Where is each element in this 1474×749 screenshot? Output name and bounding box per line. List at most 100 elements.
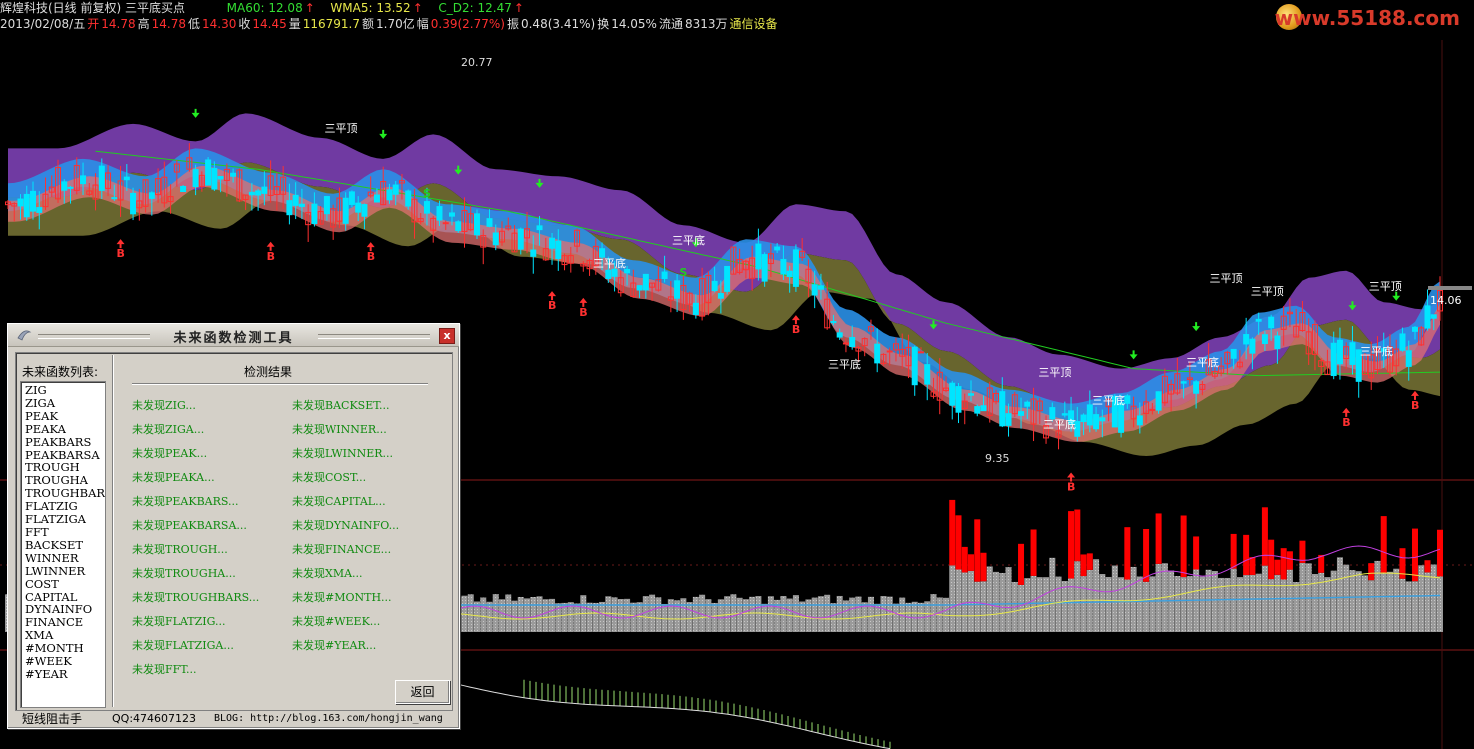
volume-bar xyxy=(1036,577,1043,632)
candle-body xyxy=(23,193,30,218)
candle-body xyxy=(111,197,118,200)
volume-bar xyxy=(680,598,687,632)
candle-body xyxy=(248,191,255,196)
volume-bar xyxy=(986,566,993,632)
volume-bar xyxy=(542,599,549,632)
close-icon[interactable]: x xyxy=(439,328,455,344)
result-title: 检测结果 xyxy=(244,365,293,379)
volume-bar-red xyxy=(1411,528,1418,582)
candle-body xyxy=(917,351,924,354)
volume-bar xyxy=(642,596,649,632)
volume-bar xyxy=(811,597,818,632)
volume-bar xyxy=(824,594,831,632)
volume-bar xyxy=(492,594,499,632)
function-list-item[interactable]: #YEAR xyxy=(25,668,105,681)
candle-body xyxy=(1180,381,1187,384)
volume-bar xyxy=(855,596,862,632)
function-list-item[interactable]: #WEEK xyxy=(25,655,105,668)
pattern-label-sanpingdi: 三平底 xyxy=(1043,417,1076,431)
candle-body xyxy=(205,159,212,186)
volume-bar xyxy=(505,594,512,632)
volume-bar xyxy=(1424,572,1431,632)
result-item: 未发现FLATZIGA... xyxy=(132,639,234,652)
function-list-item[interactable]: ZIGA xyxy=(25,397,105,410)
candle-body xyxy=(230,172,237,177)
function-list-item[interactable]: FFT xyxy=(25,526,105,539)
result-item: 未发现TROUGHA... xyxy=(132,567,236,580)
candle-body xyxy=(1330,342,1337,377)
result-item: 未发现FFT... xyxy=(132,663,197,676)
volume-bar xyxy=(467,594,474,632)
pattern-label-sanpingdi: 三平底 xyxy=(1092,393,1125,407)
volume-bar xyxy=(586,602,593,632)
function-list-item[interactable]: PEAKBARS xyxy=(25,435,105,449)
volume-bar xyxy=(599,601,606,632)
chart-labels: 三平顶三平顶三平顶三平顶 三平顶三平底三平底三平底三平底三平底三平底三平底20.7… xyxy=(325,56,1472,465)
volume-bar xyxy=(574,603,581,632)
status-blog[interactable]: BLOG: http://blog.163.com/hongjin_wang xyxy=(214,710,443,728)
pattern-label-sanpingding: 三平顶 xyxy=(1210,272,1243,285)
candle-body xyxy=(67,186,74,189)
candle-body xyxy=(611,268,618,277)
back-button[interactable]: 返回 xyxy=(395,680,450,704)
volume-bar xyxy=(1199,576,1206,632)
candle-body xyxy=(1430,314,1437,319)
candle-body xyxy=(348,191,355,205)
candle-body xyxy=(30,190,37,212)
candle-body xyxy=(1255,318,1262,322)
result-item: 未发现DYNAINFO... xyxy=(292,519,400,532)
candle-body xyxy=(636,285,643,291)
candle-body xyxy=(486,218,493,227)
volume-bar xyxy=(1405,581,1412,632)
buy-marker: B xyxy=(792,323,800,336)
volume-bar xyxy=(1205,569,1212,632)
candle-body xyxy=(261,186,268,194)
candle-body xyxy=(1155,391,1162,411)
volume-bar-red xyxy=(1086,553,1093,570)
volume-bar xyxy=(1230,568,1237,632)
function-list-item[interactable]: PEAKA xyxy=(25,422,105,436)
volume-bar-red xyxy=(1180,515,1187,578)
candle-body xyxy=(842,342,849,345)
volume-bar xyxy=(1336,557,1343,632)
function-list-item[interactable]: BACKSET xyxy=(25,538,105,552)
volume-bar xyxy=(1286,569,1293,632)
candle-body xyxy=(711,280,718,292)
candle-body xyxy=(999,391,1006,427)
candle-body xyxy=(1080,414,1087,423)
function-list-item[interactable]: ZIG xyxy=(25,384,105,397)
pattern-label-sanpingding: 三平顶 xyxy=(1038,366,1071,379)
function-list[interactable]: ZIG ZIGA PEAK PEAKA PEAKBARS PEAKBARSA TROUGH T… xyxy=(20,381,106,708)
volume-bar-red xyxy=(1274,559,1281,575)
volume-bar-red xyxy=(1143,528,1150,582)
candle-body xyxy=(599,248,606,258)
volume-bar xyxy=(1118,577,1125,632)
function-list-item[interactable]: PEAK xyxy=(25,409,105,423)
future-function-dialog[interactable]: 未来函数检测工具 x 未来函数列表: ZIG ZIGA PEAK PEAKA PEAKB… xyxy=(7,323,460,729)
volume-bar-red xyxy=(1074,509,1081,562)
candle-body xyxy=(473,213,480,236)
candle xyxy=(955,383,962,424)
volume-bar xyxy=(1380,573,1387,632)
function-list-item[interactable]: COST xyxy=(25,577,105,591)
dialog-titlebar[interactable]: 未来函数检测工具 x xyxy=(8,324,459,347)
result-rule xyxy=(132,383,428,385)
candle xyxy=(724,265,731,295)
volume-bar xyxy=(517,596,524,632)
volume-bar xyxy=(530,597,537,632)
volume-bar-red xyxy=(1268,539,1275,580)
low-price-label: 9.35 xyxy=(985,452,1010,465)
candle-body xyxy=(436,206,443,221)
pattern-label-sanpingding: 三平顶 xyxy=(1369,280,1402,293)
result-item: 未发现ZIGA... xyxy=(132,423,205,436)
result-item: 未发现XMA... xyxy=(292,567,363,580)
function-list-item[interactable]: WINNER xyxy=(25,551,105,565)
sell-marker: S xyxy=(679,266,687,279)
last-price-label: 14.06 xyxy=(1430,294,1462,307)
candle xyxy=(180,185,187,193)
function-list-item[interactable]: LWINNER xyxy=(25,564,105,578)
volume-bar xyxy=(549,598,556,632)
volume-bar xyxy=(649,594,656,632)
candle-body xyxy=(1124,395,1131,404)
buy-marker: B xyxy=(1067,480,1075,493)
